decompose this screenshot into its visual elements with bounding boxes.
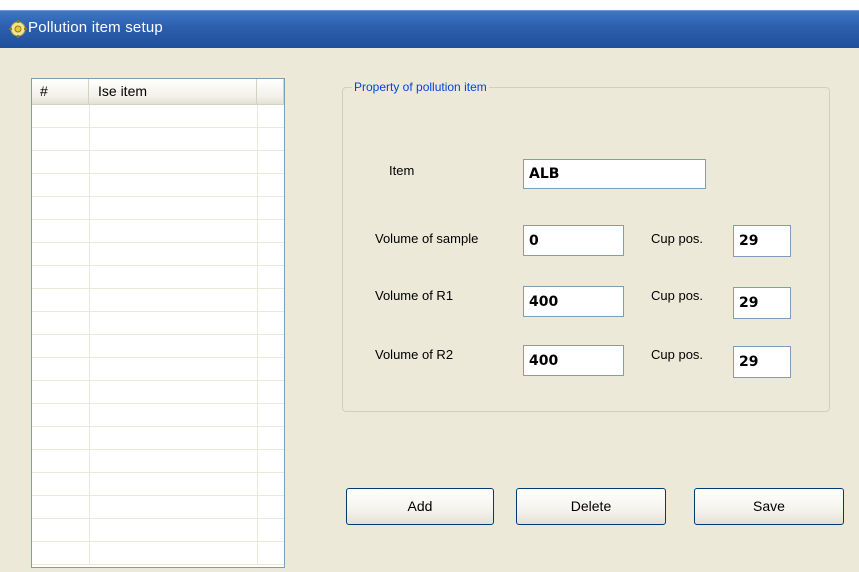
r2-cup-pos-label: Cup pos. [651,347,704,362]
list-rows [32,105,284,565]
column-separator [89,404,90,427]
volume-of-r2-label: Volume of R2 [375,347,454,362]
column-separator [257,243,258,266]
column-separator [89,427,90,450]
column-separator [89,519,90,542]
table-row[interactable] [32,473,284,496]
delete-button[interactable]: Delete [516,488,666,525]
column-separator [89,128,90,151]
column-separator [89,335,90,358]
column-separator [257,335,258,358]
column-separator [89,197,90,220]
column-separator [257,105,258,128]
column-separator [257,427,258,450]
volume-of-sample-label: Volume of sample [375,231,479,246]
table-row[interactable] [32,496,284,519]
column-separator [89,266,90,289]
table-row[interactable] [32,105,284,128]
title-bar[interactable]: Pollution item setup [0,10,859,48]
r1-cup-pos-field[interactable]: 29 [733,287,791,319]
column-separator [89,220,90,243]
table-row[interactable] [32,243,284,266]
column-separator [257,151,258,174]
column-separator [89,243,90,266]
column-separator [89,358,90,381]
column-header-number[interactable]: # [32,79,89,104]
volume-of-r1-label: Volume of R1 [375,288,454,303]
table-row[interactable] [32,519,284,542]
column-separator [89,312,90,335]
sample-cup-pos-field[interactable]: 29 [733,225,791,257]
column-separator [257,404,258,427]
item-label: Item [389,163,415,178]
column-separator [89,381,90,404]
table-row[interactable] [32,542,284,565]
column-header-extra[interactable] [257,79,284,104]
r2-cup-pos-field[interactable]: 29 [733,346,791,378]
column-separator [257,174,258,197]
column-separator [89,450,90,473]
property-group-legend: Property of pollution item [352,80,489,94]
table-row[interactable] [32,151,284,174]
volume-of-r1-field[interactable]: 400 [523,286,624,317]
column-separator [257,473,258,496]
volume-of-r2-field[interactable]: 400 [523,345,624,376]
column-separator [257,519,258,542]
column-separator [89,174,90,197]
r1-cup-pos-label: Cup pos. [651,288,704,303]
column-separator [257,197,258,220]
table-row[interactable] [32,358,284,381]
column-separator [257,496,258,519]
table-row[interactable] [32,312,284,335]
column-separator [257,220,258,243]
volume-of-sample-field[interactable]: 0 [523,225,624,256]
item-field[interactable]: ALB [523,159,706,189]
column-separator [89,151,90,174]
table-row[interactable] [32,404,284,427]
table-row[interactable] [32,128,284,151]
table-row[interactable] [32,174,284,197]
column-separator [89,105,90,128]
table-row[interactable] [32,381,284,404]
sample-cup-pos-label: Cup pos. [651,231,704,246]
column-separator [89,496,90,519]
table-row[interactable] [32,266,284,289]
column-header-ise-item[interactable]: Ise item [89,79,257,104]
column-separator [257,128,258,151]
table-row[interactable] [32,427,284,450]
save-button[interactable]: Save [694,488,844,525]
column-separator [257,358,258,381]
add-button[interactable]: Add [346,488,494,525]
column-separator [257,312,258,335]
window-title: Pollution item setup [28,19,163,36]
table-row[interactable] [32,197,284,220]
column-separator [257,289,258,312]
table-row[interactable] [32,220,284,243]
column-separator [257,381,258,404]
column-separator [257,542,258,565]
list-header: # Ise item [32,79,284,105]
table-row[interactable] [32,335,284,358]
column-separator [89,289,90,312]
table-row[interactable] [32,289,284,312]
table-row[interactable] [32,450,284,473]
column-separator [257,450,258,473]
column-separator [89,473,90,496]
column-separator [257,266,258,289]
pollution-item-setup-window: Pollution item setup # Ise item Property… [0,10,859,572]
column-separator [89,542,90,565]
lightbulb-gear-icon [9,20,27,38]
ise-item-list[interactable]: # Ise item [31,78,285,568]
